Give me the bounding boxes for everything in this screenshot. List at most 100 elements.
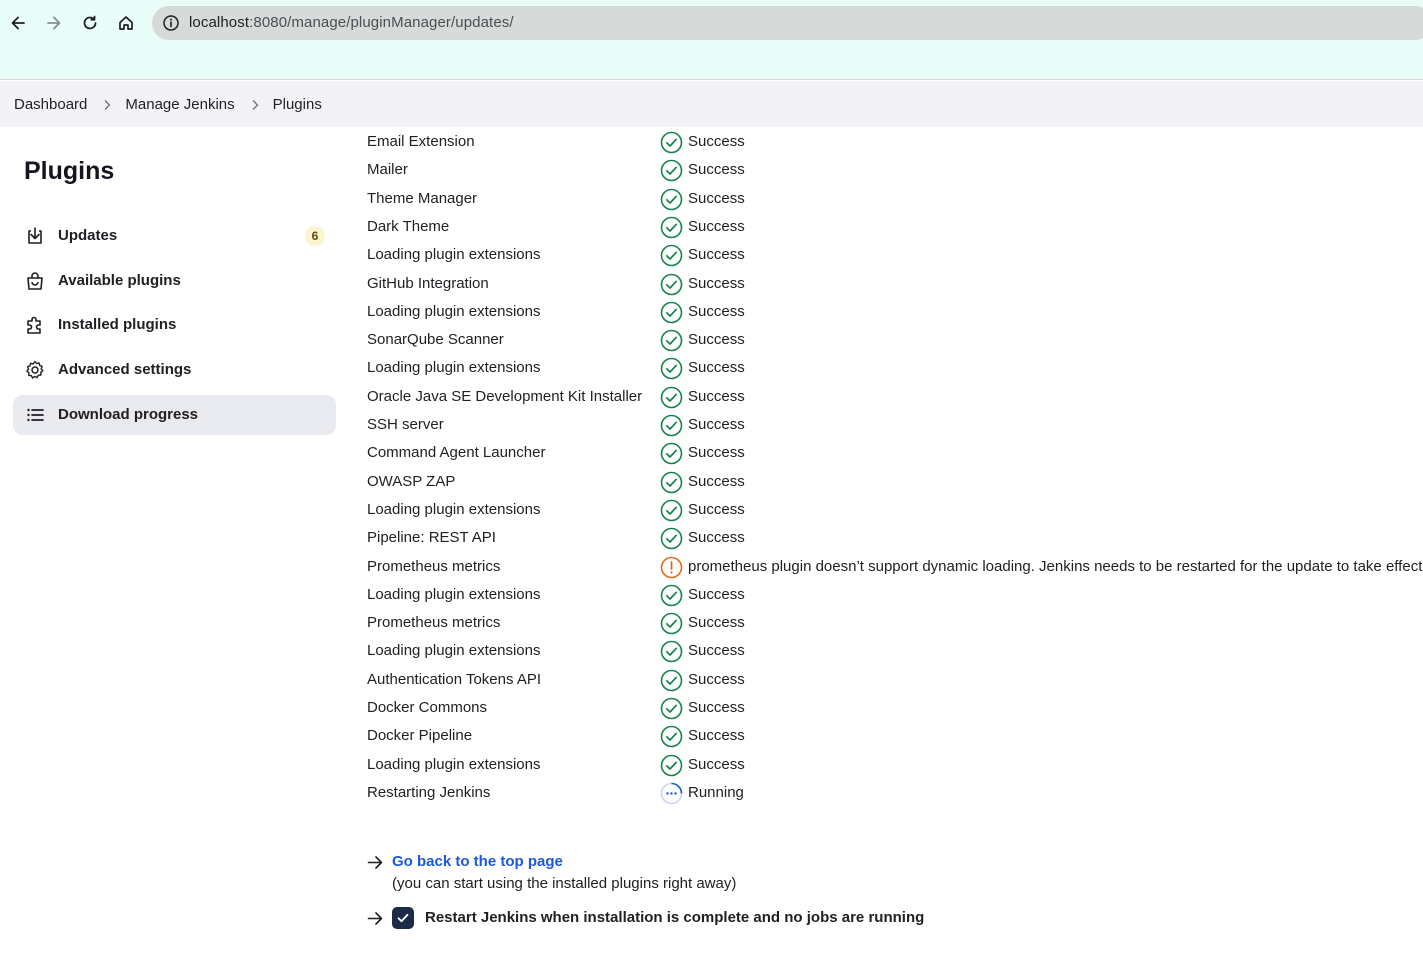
success-check-icon xyxy=(660,442,683,465)
plugin-name: Mailer xyxy=(367,161,408,178)
reload-icon xyxy=(83,15,97,30)
success-check-icon xyxy=(660,301,683,324)
breadcrumb-dashboard[interactable]: Dashboard xyxy=(14,96,87,113)
go-back-link[interactable]: Go back to the top page xyxy=(392,853,563,870)
forward-button[interactable] xyxy=(41,9,67,37)
info-icon[interactable] xyxy=(162,14,180,32)
status-text: Running xyxy=(688,784,744,801)
list-icon xyxy=(27,408,44,422)
plugin-name: Loading plugin extensions xyxy=(367,756,541,773)
chevron-right-icon xyxy=(252,99,259,110)
progress-row: Oracle Java SE Development Kit Installer… xyxy=(367,383,1417,411)
status-text: Success xyxy=(688,473,745,490)
plugin-name: Pipeline: REST API xyxy=(367,529,496,546)
progress-row: Loading plugin extensions Success xyxy=(367,751,1417,779)
progress-row: Prometheus metrics Success xyxy=(367,609,1417,637)
success-check-icon xyxy=(660,414,683,437)
progress-row: SonarQube Scanner Success xyxy=(367,326,1417,354)
plugin-name: Loading plugin extensions xyxy=(367,303,541,320)
plugin-name: Loading plugin extensions xyxy=(367,642,541,659)
sidebar-item-label: Available plugins xyxy=(58,272,181,289)
success-check-icon xyxy=(660,527,683,550)
status-text: Success xyxy=(688,529,745,546)
plugin-name: Theme Manager xyxy=(367,190,478,207)
checkmark-icon xyxy=(397,913,409,923)
url-text[interactable]: localhost:8080/manage/pluginManager/upda… xyxy=(189,14,514,31)
plugin-name: Authentication Tokens API xyxy=(367,671,542,688)
success-check-icon xyxy=(660,754,683,777)
plugin-name: Command Agent Launcher xyxy=(367,444,546,461)
plugin-name: Docker Commons xyxy=(367,699,488,716)
arrow-right-icon xyxy=(367,912,383,925)
progress-row: Theme Manager Success xyxy=(367,185,1417,213)
browser-toolbar: localhost:8080/manage/pluginManager/upda… xyxy=(0,0,1423,80)
progress-row: Loading plugin extensions Success xyxy=(367,581,1417,609)
breadcrumb-manage-jenkins[interactable]: Manage Jenkins xyxy=(125,96,234,113)
success-check-icon xyxy=(660,669,683,692)
running-spinner-icon xyxy=(660,782,683,805)
status-text: Success xyxy=(688,303,745,320)
progress-row: SSH server Success xyxy=(367,411,1417,439)
progress-row: Docker Commons Success xyxy=(367,694,1417,722)
plugin-name: Restarting Jenkins xyxy=(367,784,491,801)
sidebar-item-advanced-settings[interactable]: Advanced settings xyxy=(13,350,336,390)
plugin-name: Docker Pipeline xyxy=(367,727,473,744)
restart-checkbox[interactable] xyxy=(392,907,414,929)
success-check-icon xyxy=(660,612,683,635)
progress-row: Loading plugin extensions Success xyxy=(367,637,1417,665)
status-text: Success xyxy=(688,699,745,716)
breadcrumb: Dashboard Manage Jenkins Plugins xyxy=(14,96,322,113)
success-check-icon xyxy=(660,697,683,720)
sidebar-item-updates[interactable]: Updates 6 xyxy=(13,216,336,256)
gear-icon xyxy=(26,360,44,379)
breadcrumb-plugins[interactable]: Plugins xyxy=(273,96,322,113)
chevron-right-icon xyxy=(104,99,111,110)
home-icon xyxy=(119,16,133,30)
address-bar[interactable]: localhost:8080/manage/pluginManager/upda… xyxy=(152,6,1423,40)
progress-row: Pipeline: REST API Success xyxy=(367,524,1417,552)
status-text: Success xyxy=(688,246,745,263)
status-text: Success xyxy=(688,388,745,405)
plugin-name: Dark Theme xyxy=(367,218,450,235)
puzzle-icon xyxy=(27,316,41,334)
updates-count-badge: 6 xyxy=(305,226,325,246)
success-check-icon xyxy=(660,244,683,267)
status-text: Success xyxy=(688,756,745,773)
arrow-right-icon xyxy=(367,856,383,869)
status-text: Success xyxy=(688,190,745,207)
progress-row: Docker Pipeline Success xyxy=(367,722,1417,750)
plugin-name: Loading plugin extensions xyxy=(367,586,541,603)
success-check-icon xyxy=(660,131,683,154)
success-check-icon xyxy=(660,273,683,296)
sidebar-item-download-progress[interactable]: Download progress xyxy=(13,395,336,435)
back-button[interactable] xyxy=(5,9,31,37)
status-text: Success xyxy=(688,671,745,688)
restart-checkbox-label[interactable]: Restart Jenkins when installation is com… xyxy=(425,909,924,926)
download-icon xyxy=(28,227,42,244)
status-text: Success xyxy=(688,133,745,150)
status-text: Success xyxy=(688,416,745,433)
sidebar-item-installed-plugins[interactable]: Installed plugins xyxy=(13,305,336,345)
progress-row: GitHub Integration Success xyxy=(367,270,1417,298)
plugin-name: Loading plugin extensions xyxy=(367,501,541,518)
plugin-name: Oracle Java SE Development Kit Installer xyxy=(367,388,643,405)
home-button[interactable] xyxy=(113,9,139,37)
progress-row: Loading plugin extensions Success xyxy=(367,354,1417,382)
progress-row: Loading plugin extensions Success xyxy=(367,241,1417,269)
reload-button[interactable] xyxy=(77,9,103,37)
status-text: Success xyxy=(688,614,745,631)
success-check-icon xyxy=(660,386,683,409)
progress-row: Restarting Jenkins Running xyxy=(367,779,1417,807)
success-check-icon xyxy=(660,640,683,663)
sidebar-item-available-plugins[interactable]: Available plugins xyxy=(13,261,336,301)
progress-row: Command Agent Launcher Success xyxy=(367,439,1417,467)
success-check-icon xyxy=(660,159,683,182)
plugin-name: Loading plugin extensions xyxy=(367,359,541,376)
status-text: Success xyxy=(688,275,745,292)
success-check-icon xyxy=(660,725,683,748)
status-text: Success xyxy=(688,501,745,518)
status-text: prometheus plugin doesn’t support dynami… xyxy=(688,558,1423,575)
plugin-name: SSH server xyxy=(367,416,444,433)
progress-row: Loading plugin extensions Success xyxy=(367,496,1417,524)
status-text: Success xyxy=(688,586,745,603)
